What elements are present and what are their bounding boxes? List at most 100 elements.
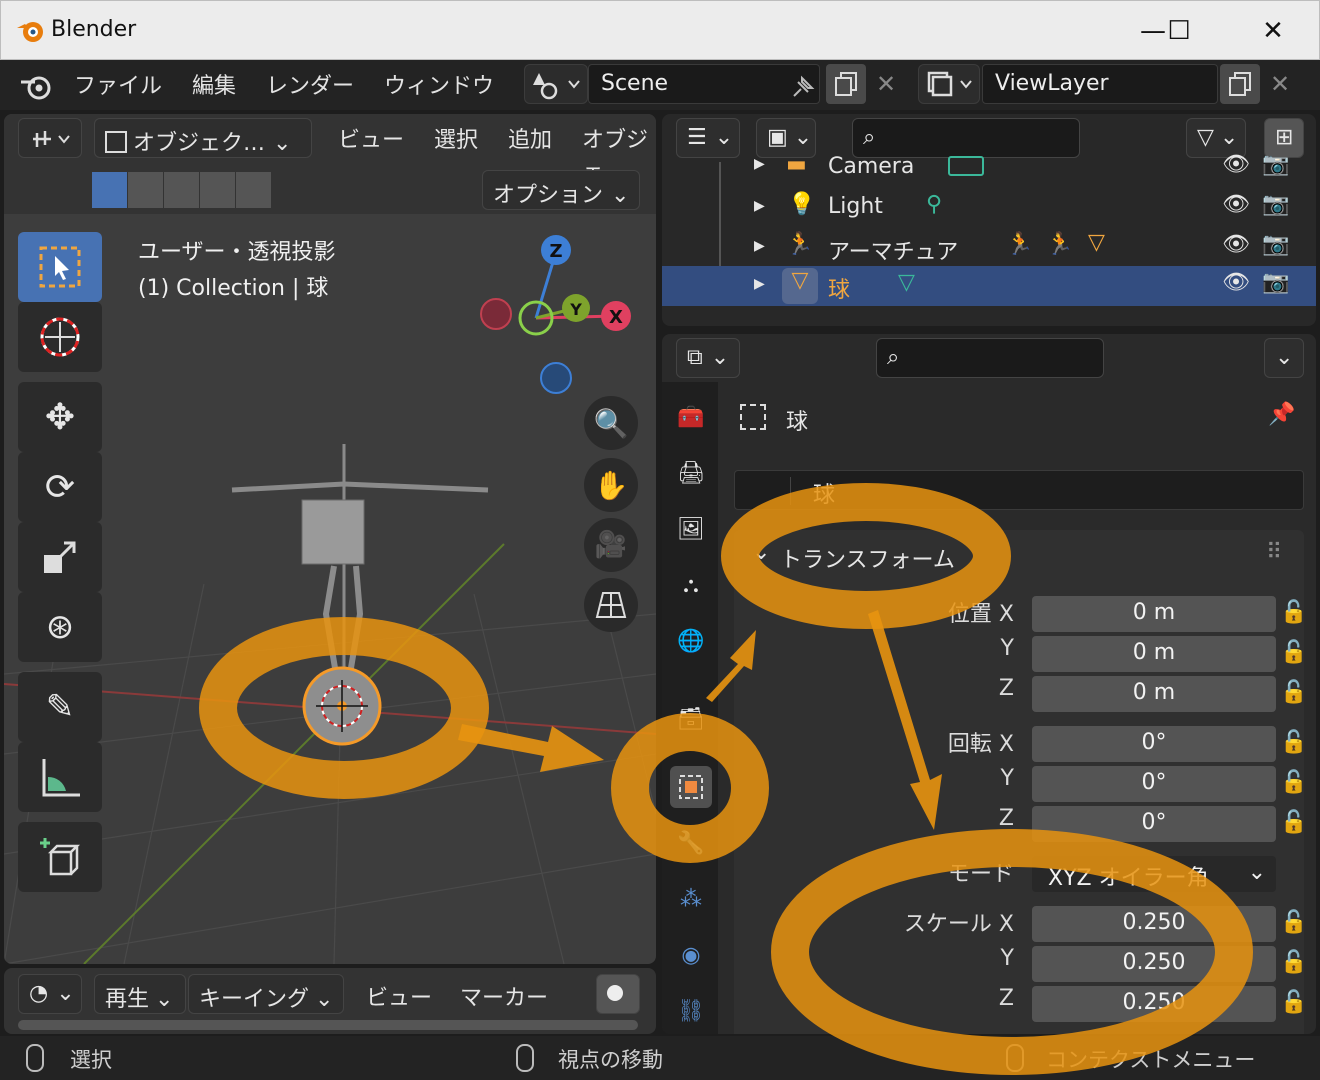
navigation-gizmo[interactable]: Z Y X [474, 232, 644, 402]
properties-editor-type-dropdown[interactable]: ⧉ ⌄ [676, 338, 740, 378]
outliner-row-sphere[interactable]: ▶ ▽ 球 ▽ 👁 📷 [662, 266, 1316, 306]
scene-name-field[interactable]: Scene [588, 64, 820, 104]
select-box-tool[interactable] [18, 232, 102, 302]
options-dropdown[interactable]: オプション ⌄ [482, 170, 640, 210]
viewlayer-name-field[interactable]: ViewLayer [982, 64, 1218, 104]
render-camera-icon[interactable]: 📷 [1262, 192, 1289, 217]
object-data-selector-icon[interactable] [743, 477, 791, 505]
mouse-right-icon [1006, 1044, 1024, 1072]
scale-y-field[interactable]: 0.250 [1032, 946, 1276, 982]
tab-world[interactable]: 🌐 [670, 620, 712, 662]
new-viewlayer-button[interactable] [1220, 64, 1260, 104]
add-cube-tool[interactable] [18, 822, 102, 892]
measure-tool[interactable] [18, 742, 102, 812]
location-x-field[interactable]: 0 m [1032, 596, 1276, 632]
tab-scene[interactable]: ⛬ [670, 564, 712, 606]
editor-type-dropdown[interactable] [18, 118, 82, 158]
select-extend-mode-button[interactable] [128, 172, 164, 208]
properties-options-dropdown[interactable]: ⌄ [1264, 338, 1304, 378]
select-new-mode-button[interactable] [92, 172, 128, 208]
lock-rotation-x-icon[interactable]: 🔓 [1280, 730, 1310, 758]
rotation-mode-dropdown[interactable]: XYZ オイラー角 ⌄ [1032, 856, 1276, 892]
timeline-editor-type-dropdown[interactable]: ◔ ⌄ [18, 974, 82, 1014]
viewlayer-type-dropdown[interactable] [918, 64, 980, 104]
viewport-menu-add[interactable]: 追加 [508, 122, 552, 154]
menu-render[interactable]: レンダー [266, 68, 354, 100]
tab-render[interactable]: 🖨 [670, 452, 712, 494]
visibility-eye-icon[interactable]: 👁 [1222, 232, 1250, 257]
properties-search-input[interactable]: ⌕ [876, 338, 1104, 378]
visibility-eye-icon[interactable]: 👁 [1222, 270, 1250, 295]
menu-window[interactable]: ウィンドウ [384, 68, 494, 100]
delete-scene-button[interactable]: ✕ [866, 64, 906, 104]
lock-location-z-icon[interactable]: 🔓 [1280, 680, 1310, 708]
render-camera-icon[interactable]: 📷 [1262, 232, 1289, 257]
render-camera-icon[interactable]: 📷 [1262, 152, 1289, 177]
scene-type-dropdown[interactable] [524, 64, 588, 104]
lock-scale-x-icon[interactable]: 🔓 [1280, 910, 1310, 938]
record-keyframe-button[interactable] [596, 974, 640, 1014]
annotate-tool[interactable]: ✎ [18, 672, 102, 742]
close-button[interactable]: ✕ [1245, 11, 1301, 51]
tab-object[interactable] [670, 766, 712, 808]
timeline-menu-view[interactable]: ビュー [366, 980, 432, 1012]
keying-dropdown[interactable]: キーイング ⌄ [188, 974, 344, 1014]
lock-location-x-icon[interactable]: 🔓 [1280, 600, 1310, 628]
maximize-button[interactable]: ☐ [1151, 11, 1207, 51]
select-invert-mode-button[interactable] [200, 172, 236, 208]
transform-tool[interactable]: ⊛ [18, 592, 102, 662]
location-y-field[interactable]: 0 m [1032, 636, 1276, 672]
playback-dropdown[interactable]: 再生 ⌄ [94, 974, 186, 1014]
tab-particles[interactable]: ⁂ [670, 878, 712, 920]
tab-tool[interactable]: 🧰 [670, 396, 712, 438]
drag-handle-icon[interactable]: ⠿ [1266, 540, 1282, 565]
menu-file[interactable]: ファイル [74, 68, 162, 100]
timeline-menu-marker[interactable]: マーカー [460, 980, 548, 1012]
scale-z-field[interactable]: 0.250 [1032, 986, 1276, 1022]
tab-view-layer[interactable]: 🖼 [670, 508, 712, 550]
tab-physics[interactable]: ◉ [670, 934, 712, 976]
select-subtract-mode-button[interactable] [164, 172, 200, 208]
cursor-tool[interactable] [18, 302, 102, 372]
outliner-row-armature[interactable]: ▶ 🏃 アーマチュア 🏃 🏃 ▽ 👁 📷 [662, 228, 1316, 268]
transform-panel-header[interactable]: ⌄ トランスフォーム ⠿ [734, 530, 1304, 580]
location-z-field[interactable]: 0 m [1032, 676, 1276, 712]
object-mode-dropdown[interactable]: オブジェク… ⌄ [94, 118, 312, 158]
scale-tool[interactable] [18, 522, 102, 592]
render-camera-icon[interactable]: 📷 [1262, 270, 1289, 295]
visibility-eye-icon[interactable]: 👁 [1222, 152, 1250, 177]
lock-scale-z-icon[interactable]: 🔓 [1280, 990, 1310, 1018]
select-intersect-mode-button[interactable] [236, 172, 272, 208]
3d-viewport[interactable]: オブジェク…⌄ ビュー 選択 追加 オブジェ オプション⌄ ユーザー・透視投影 … [4, 114, 656, 964]
menu-edit[interactable]: 編集 [192, 68, 236, 100]
perspective-toggle-button[interactable] [584, 578, 638, 632]
tab-constraints[interactable]: ⛓ [670, 990, 712, 1032]
new-scene-button[interactable] [826, 64, 866, 104]
lock-rotation-y-icon[interactable]: 🔓 [1280, 770, 1310, 798]
outliner-row-camera[interactable]: ▶ ▬ Camera 👁 📷 [662, 148, 1316, 188]
tab-modifiers[interactable]: 🔧 [670, 822, 712, 864]
lock-scale-y-icon[interactable]: 🔓 [1280, 950, 1310, 978]
timeline-scrubber[interactable] [18, 1020, 638, 1030]
pin-icon[interactable]: 📌 [1268, 402, 1295, 427]
rotation-x-field[interactable]: 0° [1032, 726, 1276, 762]
pan-button[interactable]: ✋ [584, 458, 638, 512]
rotation-y-field[interactable]: 0° [1032, 766, 1276, 802]
blender-menu-icon[interactable] [18, 70, 54, 102]
delete-viewlayer-button[interactable]: ✕ [1260, 64, 1300, 104]
tab-collection[interactable]: 🗃 [670, 698, 712, 740]
viewport-menu-view[interactable]: ビュー [338, 122, 404, 154]
move-tool[interactable]: ✥ [18, 382, 102, 452]
scale-x-field[interactable]: 0.250 [1032, 906, 1276, 942]
visibility-eye-icon[interactable]: 👁 [1222, 192, 1250, 217]
pin-scene-icon[interactable] [788, 72, 818, 102]
viewport-menu-select[interactable]: 選択 [434, 122, 478, 154]
camera-view-button[interactable]: 🎥 [584, 518, 638, 572]
outliner-row-light[interactable]: ▶ 💡 Light ⚲ 👁 📷 [662, 188, 1316, 228]
zoom-button[interactable]: 🔍 [584, 396, 638, 450]
object-name-field[interactable]: 球 [734, 470, 1304, 510]
rotate-tool[interactable]: ⟳ [18, 452, 102, 522]
rotation-z-field[interactable]: 0° [1032, 806, 1276, 842]
lock-location-y-icon[interactable]: 🔓 [1280, 640, 1310, 668]
lock-rotation-z-icon[interactable]: 🔓 [1280, 810, 1310, 838]
